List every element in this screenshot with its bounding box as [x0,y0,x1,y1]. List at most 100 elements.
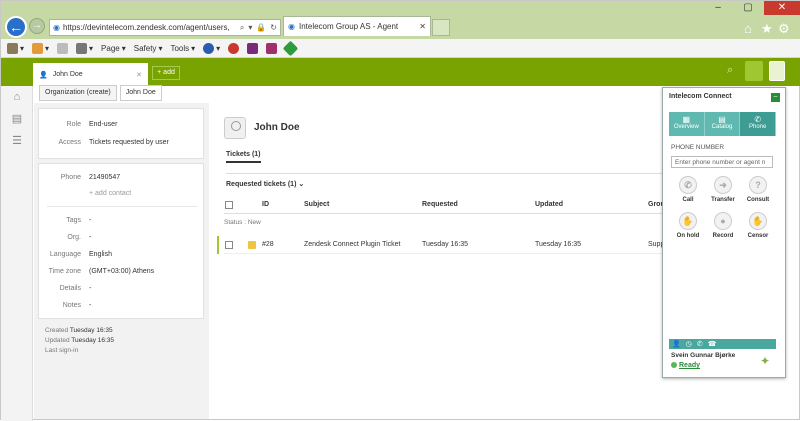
breadcrumb-organization[interactable]: Organization (create) [39,85,117,101]
phone-value[interactable]: 21490547 [89,174,120,181]
details-label: Details [59,285,81,292]
add-contact-link[interactable]: + add contact [89,190,131,197]
close-tab-icon[interactable]: ✕ [419,22,426,31]
address-bar[interactable]: ◉ https://devintelecom.zendesk.com/agent… [49,19,281,36]
requested-tickets-dropdown[interactable]: Requested tickets (1) ⌄ [226,180,304,188]
phone-number-input[interactable]: Enter phone number or agent n [671,156,773,168]
forward-button[interactable]: → [29,18,45,34]
user-menu-avatar[interactable] [769,61,785,81]
search-icon[interactable]: ⌕ [727,64,733,77]
col-id[interactable]: ID [262,201,269,208]
ticket-subject[interactable]: Zendesk Connect Plugin Ticket [304,241,401,248]
favorites-icon[interactable]: ★ [761,21,773,37]
search-icon[interactable]: ⌕ [240,23,244,33]
sendnote-icon[interactable] [266,42,278,54]
panel-title: Intelecom Connect [669,93,732,100]
breadcrumb-user[interactable]: John Doe [119,85,162,101]
agent-icon[interactable]: 👤 [672,340,681,348]
command-bar: ▾ ▾ ▾ Page ▾ Safety ▾ Tools ▾ ▾ [1,39,800,58]
tab-overview[interactable]: ▦ Overview [669,112,705,136]
tags-value[interactable]: - [89,217,91,224]
phone-app-button[interactable] [745,61,763,81]
home-nav-icon[interactable]: ⌂ [1,86,33,108]
print-menu[interactable]: ▾ [76,42,93,54]
maximize-button[interactable]: ▢ [736,1,760,15]
minimize-panel-button[interactable]: – [771,93,780,102]
language-label: Language [49,251,81,258]
new-tab-button[interactable] [432,19,450,36]
page-menu[interactable]: Page ▾ [101,44,126,53]
phone-icon[interactable]: ✆ [697,340,703,348]
ticket-id[interactable]: #28 [262,241,274,248]
col-subject[interactable]: Subject [304,201,329,208]
phone-label: Phone [60,174,81,181]
lock-icon[interactable]: 🔒 [256,23,266,33]
status-ready-link[interactable]: Ready [671,362,700,369]
home-icon[interactable]: ⌂ [744,21,752,36]
tab-overview-label: Overview [673,124,699,130]
refresh-icon[interactable]: ↻ [270,23,277,33]
access-value[interactable]: Tickets requested by user [89,139,169,146]
settings-gear-icon[interactable]: ⚙ [778,21,790,37]
call-label: Call [682,197,694,203]
language-value[interactable]: English [89,251,112,258]
contact-card: Phone 21490547 + add contact Tags - Org. - … [38,163,204,319]
tab-catalog-label: Catalog [711,124,733,130]
table-row[interactable]: #28 Zendesk Connect Plugin Ticket Tuesda… [224,236,662,254]
home-menu[interactable]: ▾ [7,42,24,54]
created-label: Created [45,327,69,334]
safety-menu[interactable]: Safety ▾ [134,44,163,53]
created-meta: Created Tuesday 16:35 [45,327,113,334]
rss-icon [32,42,44,54]
browser-tab[interactable]: ◉ Intelecom Group AS - Agent ✕ [283,16,431,36]
workspace-tab-john-doe[interactable]: 👤 John Doe ✕ [33,63,148,86]
call-button[interactable]: ✆ Call [671,176,705,206]
add-tab-button[interactable]: + add [152,66,180,80]
tools-menu[interactable]: Tools ▾ [170,44,195,53]
consult-button[interactable]: ? Consult [741,176,775,206]
on-hold-button[interactable]: ✋ On hold [671,212,705,242]
tab-tickets[interactable]: Tickets (1) [226,151,261,163]
help-menu[interactable]: ▾ [203,42,220,54]
record-button[interactable]: ● Record [706,212,740,242]
dropdown-icon[interactable]: ▾ [248,23,252,33]
timezone-value[interactable]: (GMT+03:00) Athens [89,268,154,275]
org-value[interactable]: - [89,234,91,241]
customers-nav-icon[interactable]: ☰ [1,130,33,152]
col-requested[interactable]: Requested [422,201,458,208]
hangup-icon[interactable]: ☎ [708,340,717,348]
role-value[interactable]: End-user [89,121,117,128]
tab-phone[interactable]: ✆ Phone [740,112,777,136]
page-icon: ◉ [53,23,60,32]
ticket-group: Supp [648,241,662,248]
col-group[interactable]: Grou [648,201,662,208]
feeds-menu[interactable]: ▾ [32,42,49,54]
mail-menu[interactable] [57,42,69,54]
details-value[interactable]: - [89,285,91,292]
select-all-checkbox[interactable] [225,201,233,209]
censor-button[interactable]: ✋ Censor [741,212,775,242]
home-icon [7,42,18,54]
tags-label: Tags [66,217,81,224]
browser-window: – ▢ ✕ ← → ◉ https://devintelecom.zendesk… [0,0,800,421]
onenote-icon[interactable] [247,42,259,54]
views-nav-icon[interactable]: ▤ [1,108,33,130]
help-icon [203,42,215,54]
col-updated[interactable]: Updated [535,201,563,208]
record-label: Record [712,233,734,239]
back-button[interactable]: ← [5,16,27,38]
close-icon[interactable]: ✕ [136,71,142,79]
tab-catalog[interactable]: ▤ Catalog [704,112,741,136]
notes-value[interactable]: - [89,302,91,309]
new-status-icon [248,241,256,249]
transfer-button[interactable]: ➜ Transfer [706,176,740,206]
row-checkbox[interactable] [225,241,233,249]
timer-icon[interactable]: ◷ [686,340,692,348]
page-title[interactable]: John Doe [254,122,300,133]
close-window-button[interactable]: ✕ [764,1,800,15]
minimize-button[interactable]: – [706,1,730,15]
updated-value: Tuesday 16:35 [71,337,115,344]
avatar[interactable] [224,117,246,139]
addon-icon[interactable] [228,42,240,54]
extension-icon[interactable] [282,40,299,56]
